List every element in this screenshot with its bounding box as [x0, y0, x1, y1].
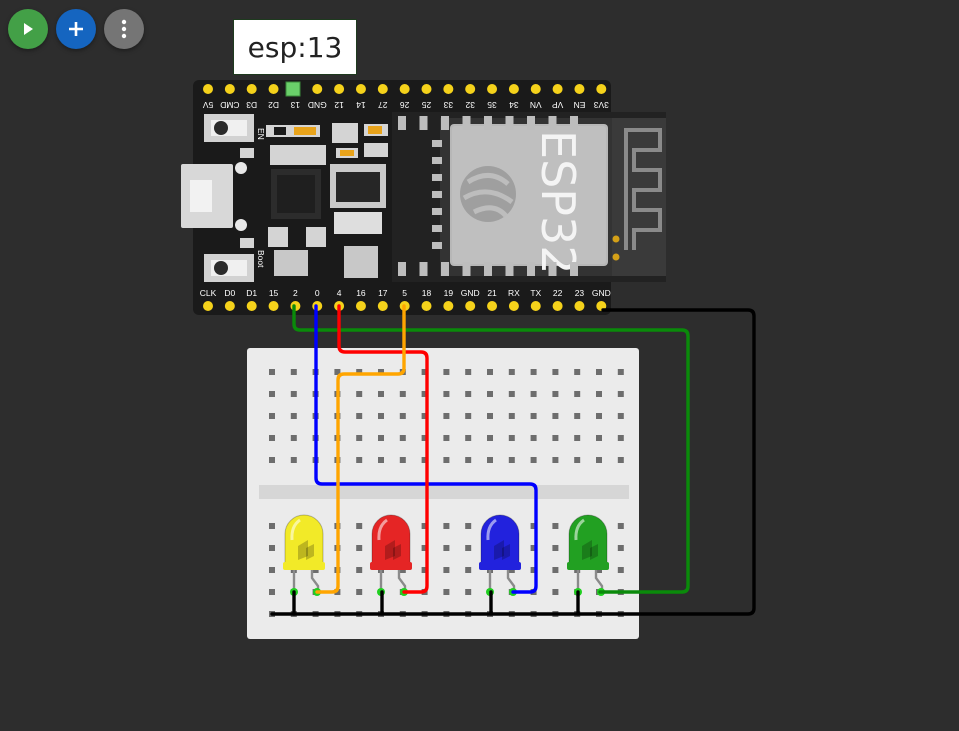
- top-pin[interactable]: [574, 84, 585, 94]
- bottom-pin[interactable]: [508, 301, 519, 311]
- top-pin-label: 25: [422, 100, 432, 110]
- breadboard[interactable]: [247, 348, 639, 639]
- top-pin[interactable]: [355, 84, 366, 94]
- boot-button[interactable]: [204, 254, 254, 282]
- top-pin-label: GND: [308, 100, 327, 110]
- bottom-pin-label: 15: [269, 288, 279, 298]
- top-pin-label: 13: [290, 100, 300, 110]
- top-pin-label: EN: [574, 100, 586, 110]
- breadboard-center-channel: [259, 485, 629, 499]
- top-pin-label: 26: [400, 100, 410, 110]
- top-pin[interactable]: [224, 84, 235, 94]
- bottom-pin-label: 18: [422, 288, 432, 298]
- bottom-pin[interactable]: [552, 301, 563, 311]
- top-pin[interactable]: [377, 84, 388, 94]
- top-pin-label: 3V3: [593, 100, 608, 110]
- top-pin-label: 12: [334, 100, 344, 110]
- top-pin-label: VP: [552, 100, 564, 110]
- bottom-pin-label: 23: [575, 288, 585, 298]
- top-pin-label: D3: [246, 100, 257, 110]
- bottom-pin-label: CLK: [200, 288, 217, 298]
- top-pin[interactable]: [596, 84, 607, 94]
- top-pin[interactable]: [334, 84, 345, 94]
- top-pin-label: 5V: [202, 100, 213, 110]
- esp32-devkit-board[interactable]: EN Boot ESP32 3V3ENVPVN34353233252627141…: [181, 80, 666, 315]
- bottom-pin[interactable]: [224, 301, 235, 311]
- top-pin[interactable]: [203, 84, 213, 94]
- top-pin-label: 35: [487, 100, 497, 110]
- bottom-pin-label: 16: [356, 288, 366, 298]
- bottom-pin[interactable]: [530, 301, 541, 311]
- top-pin[interactable]: [399, 84, 410, 94]
- bottom-pin-label: 5: [402, 288, 407, 298]
- top-pin[interactable]: [246, 84, 257, 94]
- top-pin[interactable]: [530, 84, 541, 94]
- bottom-pin[interactable]: [465, 301, 476, 311]
- top-pin-label: 27: [378, 100, 388, 110]
- bottom-pin-label: 4: [337, 288, 342, 298]
- bottom-pin-label: TX: [530, 288, 541, 298]
- top-pin-label: D2: [268, 100, 279, 110]
- boot-button-label: Boot: [256, 250, 266, 268]
- top-pin-label: 33: [443, 100, 453, 110]
- pin-13-highlight: [285, 81, 301, 97]
- bottom-pin[interactable]: [268, 301, 279, 311]
- top-pin[interactable]: [552, 84, 563, 94]
- bottom-pin-label: D1: [246, 288, 257, 298]
- simulation-canvas[interactable]: EN Boot ESP32 3V3ENVPVN34353233252627141…: [0, 0, 959, 731]
- bottom-pin-label: GND: [461, 288, 480, 298]
- bottom-pin-label: RX: [508, 288, 520, 298]
- en-reset-button[interactable]: [204, 114, 254, 142]
- bottom-pin-label: D0: [224, 288, 235, 298]
- bottom-pin[interactable]: [574, 301, 585, 311]
- bottom-pin[interactable]: [355, 301, 366, 311]
- bottom-pin-label: 0: [315, 288, 320, 298]
- en-button-label: EN: [256, 128, 266, 140]
- top-pin-label: VN: [530, 100, 542, 110]
- top-pin[interactable]: [421, 84, 432, 94]
- bottom-pin[interactable]: [246, 301, 257, 311]
- esp32-module-label: ESP32: [531, 130, 585, 275]
- bottom-pin[interactable]: [421, 301, 432, 311]
- top-pin-label: 14: [356, 100, 366, 110]
- top-pin[interactable]: [443, 84, 454, 94]
- top-pin[interactable]: [465, 84, 476, 94]
- top-pin[interactable]: [508, 84, 519, 94]
- bottom-pin[interactable]: [443, 301, 454, 311]
- bottom-pin-label: GND: [592, 288, 611, 298]
- bottom-pin-label: 17: [378, 288, 388, 298]
- bottom-pin-label: 2: [293, 288, 298, 298]
- bottom-pin-label: 22: [553, 288, 563, 298]
- top-pin[interactable]: [487, 84, 498, 94]
- top-pin[interactable]: [312, 84, 323, 94]
- top-pin[interactable]: [268, 84, 279, 94]
- bottom-pin[interactable]: [487, 301, 498, 311]
- top-pin-label: CMD: [220, 100, 239, 110]
- bottom-pin-label: 21: [487, 288, 497, 298]
- bottom-pin[interactable]: [203, 301, 213, 311]
- bottom-pin-label: 19: [444, 288, 454, 298]
- top-pin-label: 34: [509, 100, 519, 110]
- top-pin-label: 32: [465, 100, 475, 110]
- bottom-pin[interactable]: [377, 301, 388, 311]
